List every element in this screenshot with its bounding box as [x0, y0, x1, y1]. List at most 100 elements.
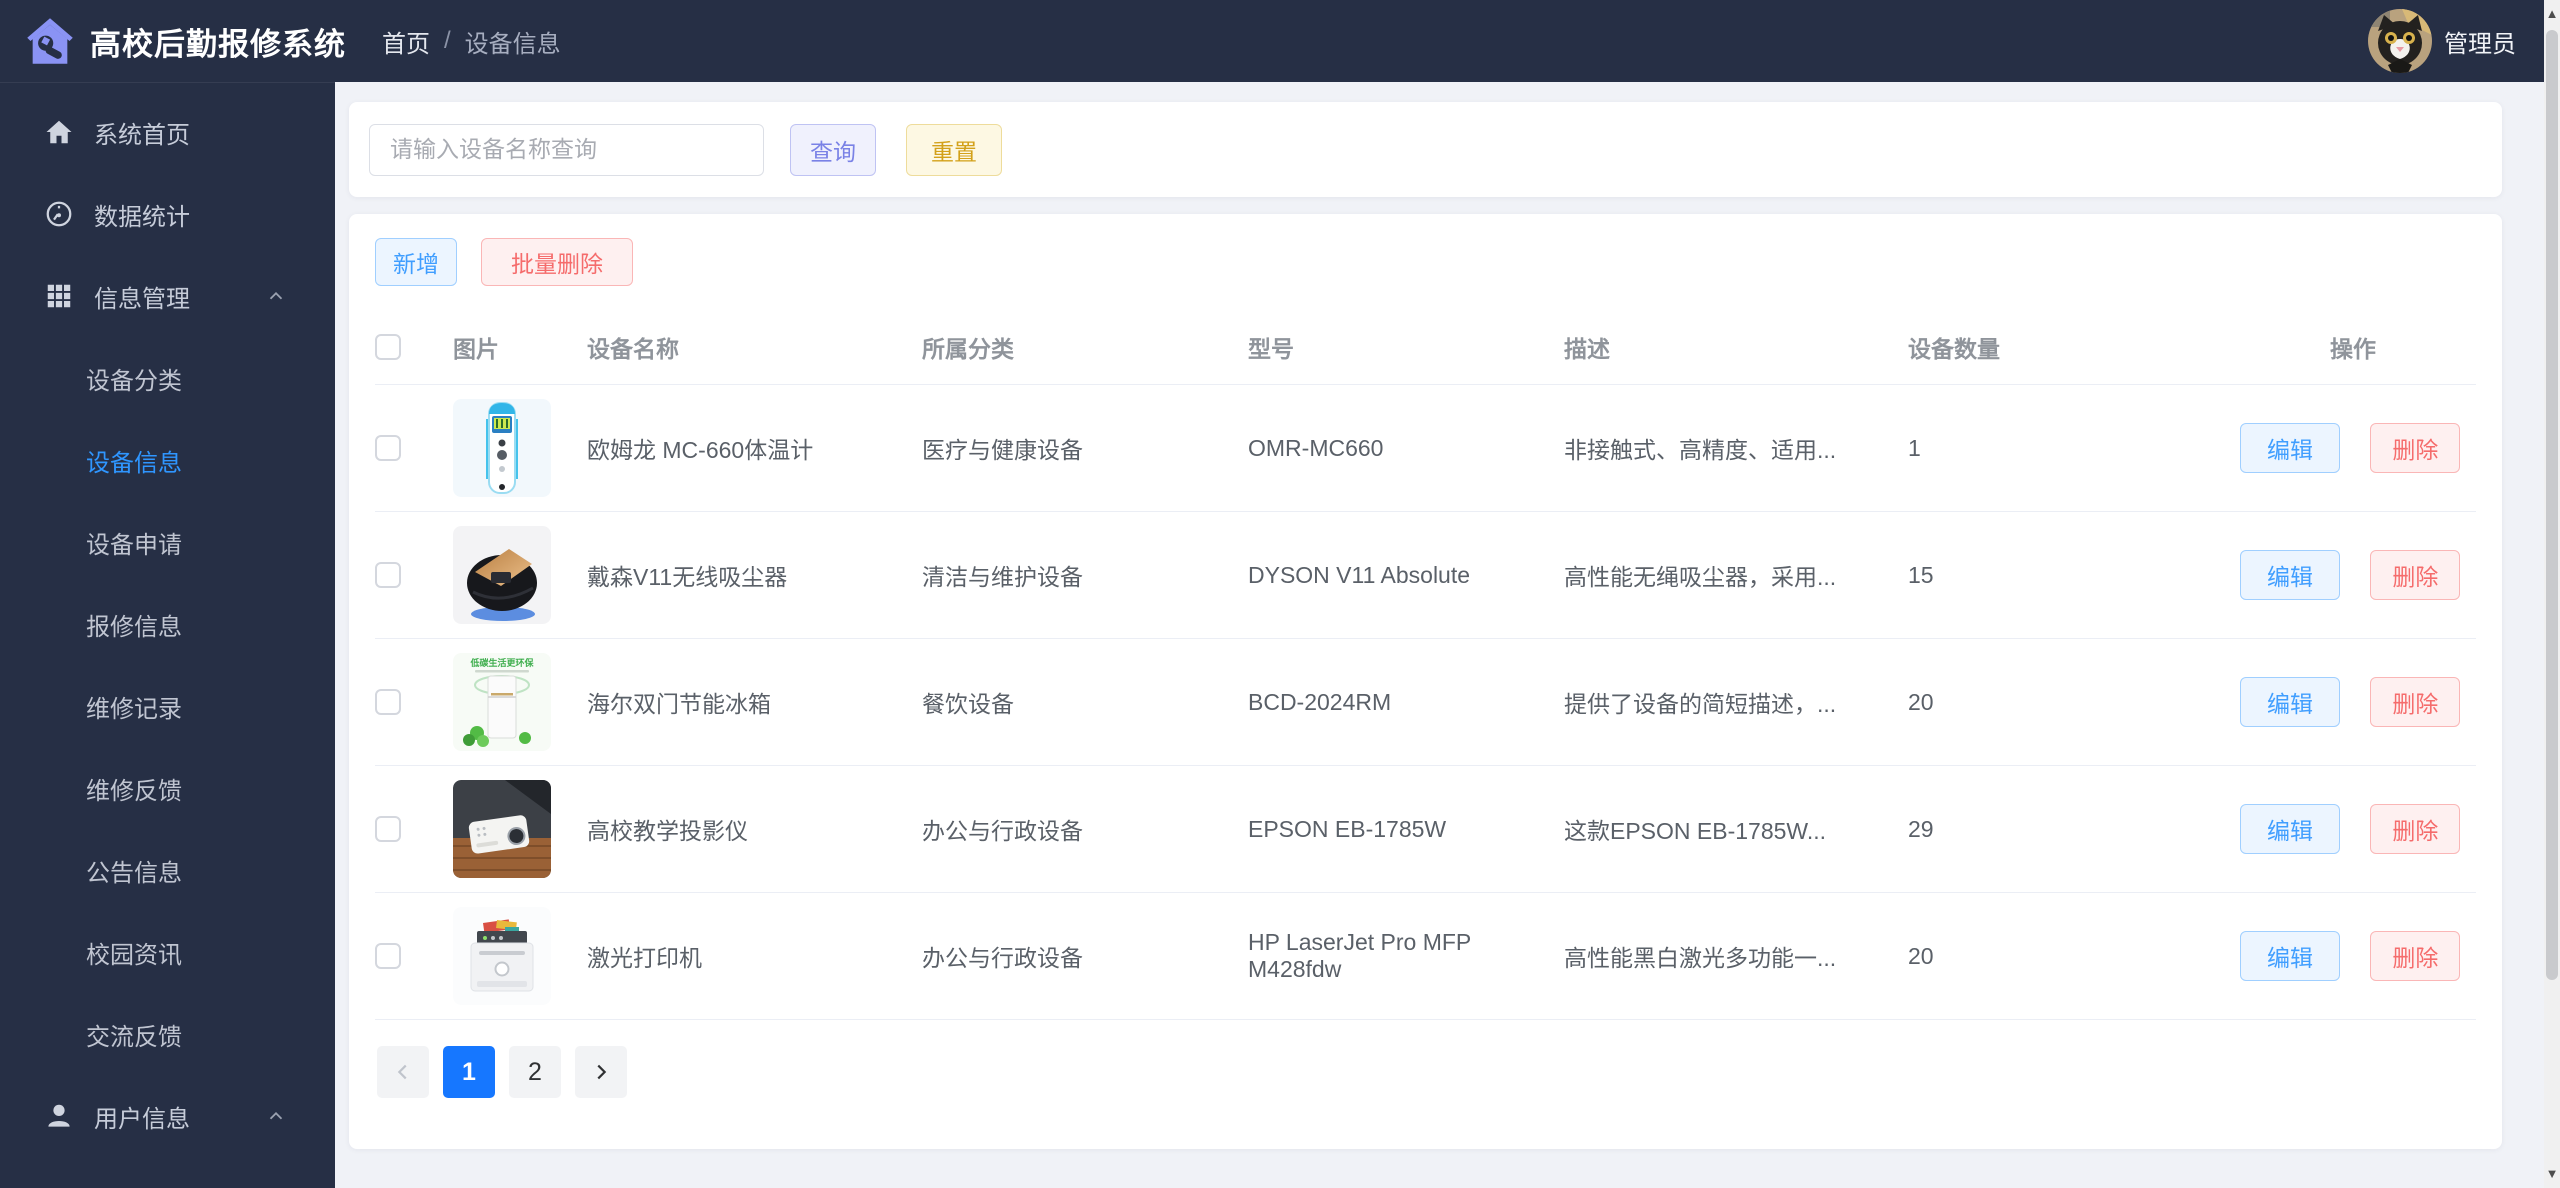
user-name[interactable]: 管理员 — [2444, 24, 2516, 59]
sub-item-label: 校园资讯 — [86, 941, 182, 969]
main-content: 查询 重置 新增 批量删除 图片 设备名称 所属分类 型号 描述 设备数量 — [335, 82, 2544, 1188]
query-button[interactable]: 查询 — [790, 123, 876, 176]
sub-item-label: 设备分类 — [86, 367, 182, 395]
sidebar-group-info-management[interactable]: 信息管理 — [0, 255, 335, 337]
edit-button[interactable]: 编辑 — [2240, 423, 2340, 473]
cat-avatar-image — [2368, 9, 2432, 73]
cell-category: 办公与行政设备 — [922, 765, 1248, 893]
chevron-up-icon — [269, 291, 283, 300]
grid-icon — [47, 284, 71, 308]
device-image-projector — [453, 780, 551, 878]
next-page-button[interactable] — [575, 1046, 627, 1098]
cell-model: BCD-2024RM — [1248, 638, 1564, 766]
sidebar-group-label: 信息管理 — [94, 285, 190, 313]
cell-quantity: 20 — [1908, 638, 2240, 766]
delete-button[interactable]: 删除 — [2370, 931, 2461, 981]
pagination: 1 2 — [377, 1046, 2476, 1128]
chevron-up-icon — [269, 1111, 283, 1120]
page-button-2[interactable]: 2 — [509, 1046, 561, 1098]
table-row: 高校教学投影仪 办公与行政设备 EPSON EB-1785W 这款EPSON E… — [375, 765, 2476, 893]
cell-description: 提供了设备的简短描述，... — [1564, 638, 1908, 766]
user-icon — [48, 1104, 70, 1127]
home-icon — [46, 120, 72, 144]
column-header-category: 所属分类 — [922, 314, 1248, 385]
page-button-1[interactable]: 1 — [443, 1046, 495, 1098]
cell-model: HP LaserJet Pro MFP M428fdw — [1248, 892, 1564, 1020]
device-image-printer — [453, 907, 551, 1005]
sidebar-group-user-info[interactable]: 用户信息 — [0, 1075, 335, 1157]
edit-button[interactable]: 编辑 — [2240, 677, 2340, 727]
device-table: 图片 设备名称 所属分类 型号 描述 设备数量 操作 欧姆龙 MC-660体温计… — [375, 314, 2476, 1020]
chevron-right-icon — [597, 1064, 607, 1080]
table-header-row: 图片 设备名称 所属分类 型号 描述 设备数量 操作 — [375, 314, 2476, 385]
sub-item-label: 报修信息 — [86, 613, 182, 641]
sidebar-item-statistics[interactable]: 数据统计 — [0, 173, 335, 255]
sidebar-item-campus-news[interactable]: 校园资讯 — [0, 911, 335, 993]
batch-delete-button[interactable]: 批量删除 — [481, 238, 633, 286]
sub-item-label: 设备信息 — [86, 449, 182, 477]
sidebar-item-repair-info[interactable]: 报修信息 — [0, 583, 335, 665]
delete-button[interactable]: 删除 — [2370, 550, 2461, 600]
edit-button[interactable]: 编辑 — [2240, 804, 2340, 854]
delete-button[interactable]: 删除 — [2370, 804, 2461, 854]
delete-button[interactable]: 删除 — [2370, 423, 2461, 473]
row-checkbox[interactable] — [375, 562, 401, 588]
cell-description: 高性能无绳吸尘器，采用... — [1564, 511, 1908, 639]
edit-button[interactable]: 编辑 — [2240, 931, 2340, 981]
breadcrumb-separator: / — [444, 27, 451, 54]
cell-category: 餐饮设备 — [922, 638, 1248, 766]
table-row: 戴森V11无线吸尘器 清洁与维护设备 DYSON V11 Absolute 高性… — [375, 511, 2476, 639]
sub-item-label: 交流反馈 — [86, 1023, 182, 1051]
gauge-icon — [46, 201, 72, 227]
sidebar-item-device-apply[interactable]: 设备申请 — [0, 501, 335, 583]
sidebar-item-repair-record[interactable]: 维修记录 — [0, 665, 335, 747]
column-header-operations: 操作 — [2240, 314, 2476, 385]
scroll-down-arrow-icon[interactable]: ▼ — [2544, 1166, 2560, 1182]
user-avatar[interactable] — [2368, 9, 2432, 73]
breadcrumb-current: 设备信息 — [464, 30, 561, 58]
device-name-search-input[interactable] — [369, 123, 764, 176]
reset-button[interactable]: 重置 — [906, 123, 1002, 176]
table-row: 激光打印机 办公与行政设备 HP LaserJet Pro MFP M428fd… — [375, 892, 2476, 1020]
scrollbar-thumb[interactable] — [2546, 30, 2558, 980]
cell-device-name: 海尔双门节能冰箱 — [587, 638, 922, 766]
fridge-banner-text: 低碳生活更环保 — [469, 657, 534, 668]
device-table-panel: 新增 批量删除 图片 设备名称 所属分类 型号 描述 设备数量 操作 欧姆龙 M… — [349, 214, 2502, 1149]
house-wrench-logo-icon — [27, 18, 73, 64]
column-header-name: 设备名称 — [587, 314, 922, 385]
app-title: 高校后勤报修系统 — [90, 26, 346, 62]
column-header-description: 描述 — [1564, 314, 1908, 385]
search-panel: 查询 重置 — [349, 102, 2502, 197]
sidebar: 系统首页 数据统计 信息管理 设备分类 设备信息 设备申请 报修信息 维修记录 … — [0, 82, 335, 1188]
chevron-left-icon — [397, 1064, 407, 1080]
sidebar-item-communication[interactable]: 交流反馈 — [0, 993, 335, 1075]
cell-category: 清洁与维护设备 — [922, 511, 1248, 639]
sidebar-item-system-home[interactable]: 系统首页 — [0, 91, 335, 173]
cell-quantity: 15 — [1908, 511, 2240, 639]
cell-device-name: 欧姆龙 MC-660体温计 — [587, 384, 922, 512]
cell-device-name: 戴森V11无线吸尘器 — [587, 511, 922, 639]
add-button[interactable]: 新增 — [375, 238, 457, 286]
page-scrollbar[interactable]: ▲ ▼ — [2544, 0, 2560, 1188]
sidebar-item-device-category[interactable]: 设备分类 — [0, 337, 335, 419]
breadcrumb-home[interactable]: 首页 — [382, 24, 430, 59]
sidebar-item-repair-feedback[interactable]: 维修反馈 — [0, 747, 335, 829]
cell-quantity: 20 — [1908, 892, 2240, 1020]
sub-item-label: 维修记录 — [86, 695, 182, 723]
row-checkbox[interactable] — [375, 689, 401, 715]
row-checkbox[interactable] — [375, 435, 401, 461]
sidebar-item-announcement[interactable]: 公告信息 — [0, 829, 335, 911]
device-image-fridge: 低碳生活更环保 — [453, 653, 551, 751]
row-checkbox[interactable] — [375, 816, 401, 842]
edit-button[interactable]: 编辑 — [2240, 550, 2340, 600]
select-all-checkbox[interactable] — [375, 334, 401, 360]
table-row: 低碳生活更环保 海尔双门节能冰箱 餐饮设备 BCD-2024RM 提供了设备的简… — [375, 638, 2476, 766]
prev-page-button[interactable] — [377, 1046, 429, 1098]
row-checkbox[interactable] — [375, 943, 401, 969]
cell-model: EPSON EB-1785W — [1248, 765, 1564, 893]
cell-description: 这款EPSON EB-1785W... — [1564, 765, 1908, 893]
sidebar-item-device-info[interactable]: 设备信息 — [0, 419, 335, 501]
scroll-up-arrow-icon[interactable]: ▲ — [2544, 6, 2560, 22]
delete-button[interactable]: 删除 — [2370, 677, 2461, 727]
cell-model: DYSON V11 Absolute — [1248, 511, 1564, 639]
